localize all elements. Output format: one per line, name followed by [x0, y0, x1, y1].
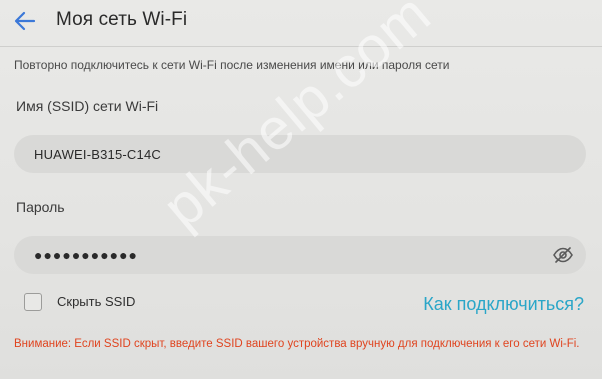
page-title: Моя сеть Wi-Fi: [56, 9, 188, 30]
top-bar: Моя сеть Wi-Fi: [0, 0, 602, 44]
password-input[interactable]: ●●●●●●●●●●●: [14, 236, 586, 274]
how-to-connect-link[interactable]: Как подключиться?: [423, 294, 584, 315]
wifi-settings-page: Моя сеть Wi-Fi Повторно подключитесь к с…: [0, 0, 602, 379]
hidden-ssid-warning: Внимание: Если SSID скрыт, введите SSID …: [14, 338, 580, 350]
ssid-value: HUAWEI-B315-C14C: [34, 146, 161, 162]
eye-off-icon[interactable]: [552, 245, 574, 265]
header-divider: [0, 46, 602, 47]
ssid-input[interactable]: HUAWEI-B315-C14C: [14, 135, 586, 173]
reconnect-note: Повторно подключитесь к сети Wi-Fi после…: [14, 58, 450, 72]
arrow-left-icon[interactable]: [12, 8, 38, 34]
password-label: Пароль: [16, 199, 65, 215]
ssid-label: Имя (SSID) сети Wi-Fi: [16, 98, 159, 114]
hide-ssid-checkbox[interactable]: [24, 293, 42, 311]
password-value: ●●●●●●●●●●●: [34, 247, 139, 263]
hide-ssid-label[interactable]: Скрыть SSID: [57, 294, 135, 309]
